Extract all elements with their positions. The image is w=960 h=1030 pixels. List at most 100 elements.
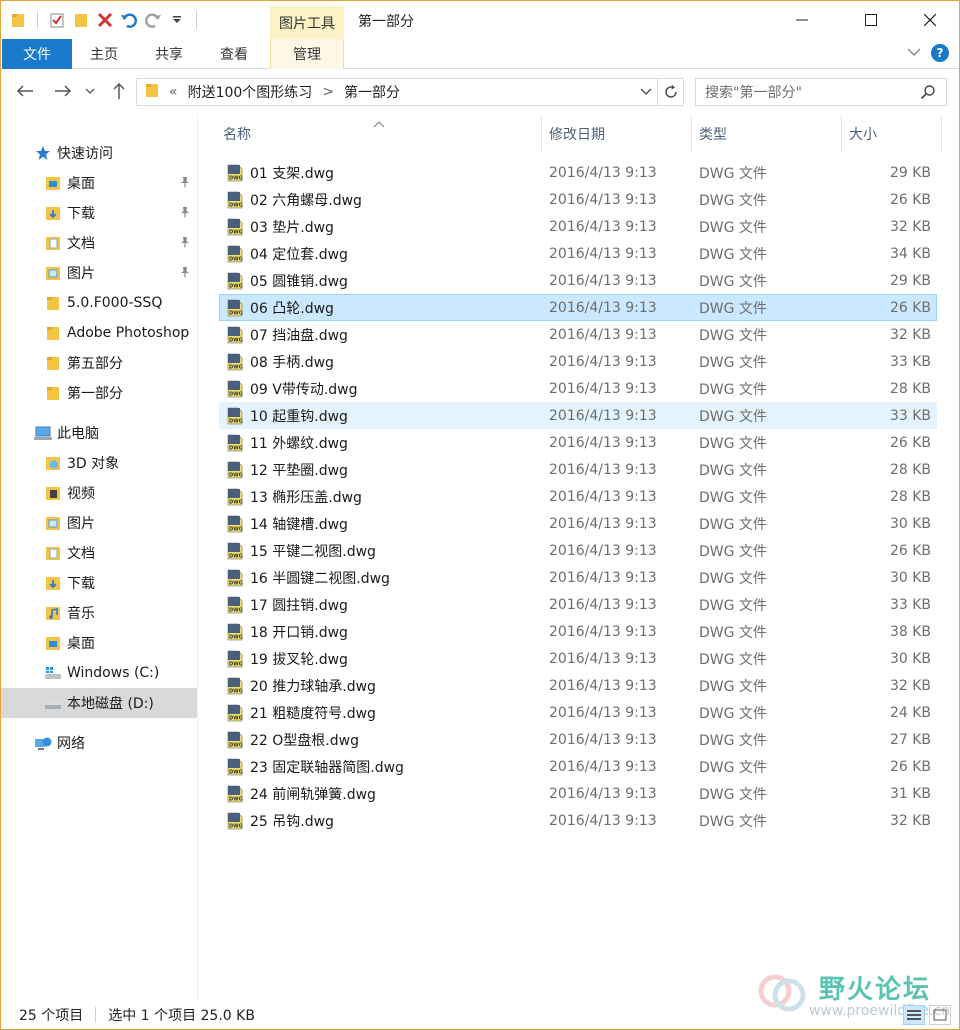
file-name: 04 定位套.dwg (250, 246, 348, 263)
file-row[interactable]: DWG 21 粗糙度符号.dwg 2016/4/13 9:13 DWG 文件 24 KB (219, 699, 937, 726)
file-name-cell: DWG 15 平键二视图.dwg (226, 538, 376, 563)
file-name-cell: DWG 05 圆锥销.dwg (226, 268, 348, 293)
sidebar-item[interactable]: 第一部分 (1, 378, 197, 408)
sidebar-item[interactable]: 快速访问 (1, 138, 197, 168)
file-row[interactable]: DWG 17 圆拄销.dwg 2016/4/13 9:13 DWG 文件 33 KB (219, 591, 937, 618)
file-row[interactable]: DWG 10 起重钩.dwg 2016/4/13 9:13 DWG 文件 33 KB (219, 402, 937, 429)
file-row[interactable]: DWG 25 吊钩.dwg 2016/4/13 9:13 DWG 文件 32 KB (219, 807, 937, 834)
file-row[interactable]: DWG 15 平键二视图.dwg 2016/4/13 9:13 DWG 文件 26 KB (219, 537, 937, 564)
back-button[interactable] (14, 80, 36, 102)
file-date: 2016/4/13 9:13 (549, 326, 657, 343)
file-row[interactable]: DWG 09 V带传动.dwg 2016/4/13 9:13 DWG 文件 28 KB (219, 375, 937, 402)
file-row[interactable]: DWG 03 垫片.dwg 2016/4/13 9:13 DWG 文件 32 KB (219, 213, 937, 240)
file-size: 26 KB (889, 299, 931, 316)
file-row[interactable]: DWG 02 六角螺母.dwg 2016/4/13 9:13 DWG 文件 26 KB (219, 186, 937, 213)
expand-ribbon-icon[interactable] (907, 45, 921, 61)
file-row[interactable]: DWG 13 椭形压盖.dwg 2016/4/13 9:13 DWG 文件 28 KB (219, 483, 937, 510)
file-row[interactable]: DWG 11 外螺纹.dwg 2016/4/13 9:13 DWG 文件 26 KB (219, 429, 937, 456)
recent-locations-button[interactable] (83, 80, 97, 102)
file-row[interactable]: DWG 08 手柄.dwg 2016/4/13 9:13 DWG 文件 33 KB (219, 348, 937, 375)
sidebar-item[interactable]: 网络 (1, 728, 197, 758)
tab-view[interactable]: 查看 (204, 39, 264, 69)
sidebar-item[interactable]: 本地磁盘 (D:) (1, 688, 197, 718)
undo-icon[interactable] (120, 11, 138, 29)
column-header-date[interactable]: 修改日期 (542, 116, 692, 152)
sidebar-item[interactable]: 第五部分 (1, 348, 197, 378)
file-row[interactable]: DWG 06 凸轮.dwg 2016/4/13 9:13 DWG 文件 26 KB (219, 294, 937, 321)
address-history-button[interactable] (635, 79, 657, 105)
sidebar-item[interactable]: Windows (C:) (1, 658, 197, 688)
forward-button[interactable] (52, 80, 74, 102)
sidebar-item[interactable]: 视频 (1, 478, 197, 508)
file-row[interactable]: DWG 05 圆锥销.dwg 2016/4/13 9:13 DWG 文件 29 KB (219, 267, 937, 294)
file-row[interactable]: DWG 14 轴键槽.dwg 2016/4/13 9:13 DWG 文件 30 KB (219, 510, 937, 537)
customize-toolbar-icon[interactable] (168, 11, 186, 29)
breadcrumb-item-parent[interactable]: 附送100个图形练习 (188, 82, 313, 102)
new-folder-icon[interactable] (72, 11, 90, 29)
sidebar-item[interactable]: 3D 对象 (1, 448, 197, 478)
minimize-button[interactable] (779, 1, 825, 39)
pin-icon[interactable] (179, 176, 191, 192)
folder-icon (44, 384, 62, 402)
maximize-icon (865, 14, 877, 26)
column-header-size[interactable]: 大小 (842, 116, 942, 152)
sidebar-item[interactable]: 桌面 (1, 628, 197, 658)
file-row[interactable]: DWG 16 半圆键二视图.dwg 2016/4/13 9:13 DWG 文件 30 K… (219, 564, 937, 591)
sidebar-item[interactable]: 图片 (1, 258, 197, 288)
sidebar-item[interactable]: 5.0.F000-SSQ (1, 288, 197, 318)
details-view-button[interactable] (903, 1005, 925, 1025)
pin-icon[interactable] (179, 206, 191, 222)
sidebar-item[interactable]: 文档 (1, 228, 197, 258)
file-date: 2016/4/13 9:13 (549, 407, 657, 424)
address-bar[interactable]: « 附送100个图形练习 > 第一部分 (136, 78, 684, 106)
refresh-button[interactable] (657, 79, 683, 105)
delete-icon[interactable] (96, 11, 114, 29)
sidebar-item[interactable]: 文档 (1, 538, 197, 568)
column-header-type[interactable]: 类型 (692, 116, 842, 152)
file-row[interactable]: DWG 20 推力球轴承.dwg 2016/4/13 9:13 DWG 文件 32 KB (219, 672, 937, 699)
sidebar-item[interactable]: 图片 (1, 508, 197, 538)
sidebar-item[interactable]: 音乐 (1, 598, 197, 628)
breadcrumb-item-current[interactable]: 第一部分 (344, 82, 400, 102)
file-date: 2016/4/13 9:13 (549, 164, 657, 181)
sidebar-item[interactable]: 下载 (1, 568, 197, 598)
file-row[interactable]: DWG 18 开口销.dwg 2016/4/13 9:13 DWG 文件 38 KB (219, 618, 937, 645)
file-row[interactable]: DWG 12 平垫圈.dwg 2016/4/13 9:13 DWG 文件 28 KB (219, 456, 937, 483)
file-row[interactable]: DWG 24 前闸轨弹簧.dwg 2016/4/13 9:13 DWG 文件 31 KB (219, 780, 937, 807)
file-row[interactable]: DWG 01 支架.dwg 2016/4/13 9:13 DWG 文件 29 KB (219, 159, 937, 186)
search-icon[interactable] (920, 84, 936, 104)
documents-folder-icon (44, 234, 62, 252)
tab-manage[interactable]: 管理 (270, 39, 344, 69)
help-icon[interactable]: ? (931, 44, 949, 62)
file-row[interactable]: DWG 07 挡油盘.dwg 2016/4/13 9:13 DWG 文件 32 KB (219, 321, 937, 348)
file-size: 26 KB (889, 542, 931, 559)
sidebar-item[interactable]: 下载 (1, 198, 197, 228)
3d-objects-icon (44, 454, 62, 472)
file-row[interactable]: DWG 23 固定联轴器简图.dwg 2016/4/13 9:13 DWG 文件 26 … (219, 753, 937, 780)
breadcrumb-overflow[interactable]: « (169, 84, 178, 100)
tab-home[interactable]: 主页 (74, 39, 134, 69)
breadcrumb-separator[interactable]: > (322, 84, 334, 100)
tab-share[interactable]: 共享 (139, 39, 199, 69)
properties-icon[interactable] (48, 11, 66, 29)
tab-file[interactable]: 文件 (2, 39, 72, 69)
large-icons-view-button[interactable] (929, 1005, 951, 1025)
file-row[interactable]: DWG 19 拔叉轮.dwg 2016/4/13 9:13 DWG 文件 30 KB (219, 645, 937, 672)
pin-icon[interactable] (179, 266, 191, 282)
search-box[interactable]: 搜索"第一部分" (695, 78, 947, 106)
redo-icon[interactable] (144, 11, 162, 29)
sidebar-item[interactable]: Adobe Photoshop (1, 318, 197, 348)
music-folder-icon (44, 604, 62, 622)
close-button[interactable] (907, 1, 953, 39)
maximize-button[interactable] (848, 1, 894, 39)
file-name: 13 椭形压盖.dwg (250, 489, 362, 506)
sidebar-item[interactable]: 桌面 (1, 168, 197, 198)
file-name: 14 轴键槽.dwg (250, 516, 348, 533)
pin-icon[interactable] (179, 236, 191, 252)
up-button[interactable] (108, 80, 130, 102)
refresh-icon (664, 85, 677, 98)
svg-text:DWG: DWG (229, 391, 243, 397)
file-row[interactable]: DWG 22 O型盘根.dwg 2016/4/13 9:13 DWG 文件 27 KB (219, 726, 937, 753)
file-row[interactable]: DWG 04 定位套.dwg 2016/4/13 9:13 DWG 文件 34 KB (219, 240, 937, 267)
sidebar-item[interactable]: 此电脑 (1, 418, 197, 448)
